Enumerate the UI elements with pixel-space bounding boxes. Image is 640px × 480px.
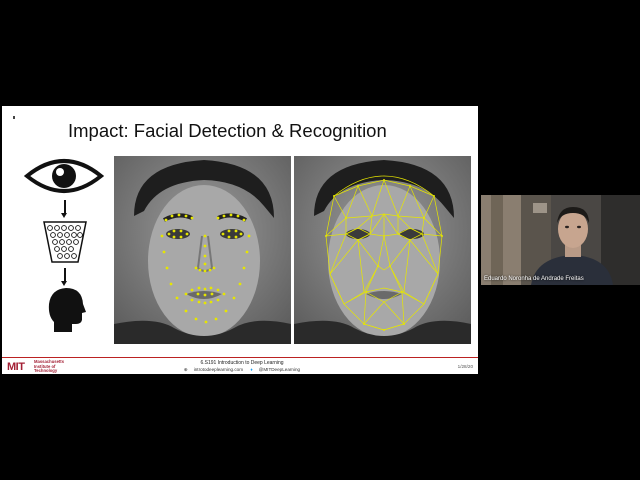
slide: Impact: Facial Detection & Recognition M… — [2, 106, 478, 374]
head-icon — [48, 288, 86, 332]
institution-name: Massachusetts Institute of Technology — [34, 359, 65, 374]
slide-title: Impact: Facial Detection & Recognition — [68, 120, 387, 141]
slide-date: 1/28/20 — [457, 364, 473, 369]
face-landmarks-image — [114, 156, 291, 344]
website-link[interactable]: introtodeeplearning.com — [194, 367, 243, 372]
course-title: 6.S191 Introduction to Deep Learning — [200, 360, 284, 366]
twitter-handle[interactable]: @MITDeepLearning — [259, 367, 300, 372]
participant-name: Eduardo Noronha de Andrade Freitas — [484, 276, 584, 282]
mit-logo: MIT — [7, 361, 25, 373]
arrow-down-icon — [61, 268, 67, 286]
face-mesh-image — [294, 156, 471, 344]
globe-icon: ⊕ — [183, 367, 188, 372]
mouse-cursor — [13, 116, 15, 119]
neural-network-icon — [43, 221, 87, 263]
twitter-icon: ♦ — [250, 367, 253, 372]
eye-icon — [24, 159, 104, 193]
face-images — [114, 156, 471, 344]
participant-video[interactable]: Eduardo Noronha de Andrade Freitas — [481, 195, 640, 285]
course-links: ⊕ introtodeeplearning.com ♦ @MITDeepLearni… — [167, 367, 317, 373]
slide-footer: MIT Massachusetts Institute of Technolog… — [2, 357, 478, 374]
arrow-down-icon — [61, 200, 67, 218]
presentation-view: Impact: Facial Detection & Recognition M… — [0, 60, 480, 420]
pipeline-icons — [24, 156, 108, 346]
